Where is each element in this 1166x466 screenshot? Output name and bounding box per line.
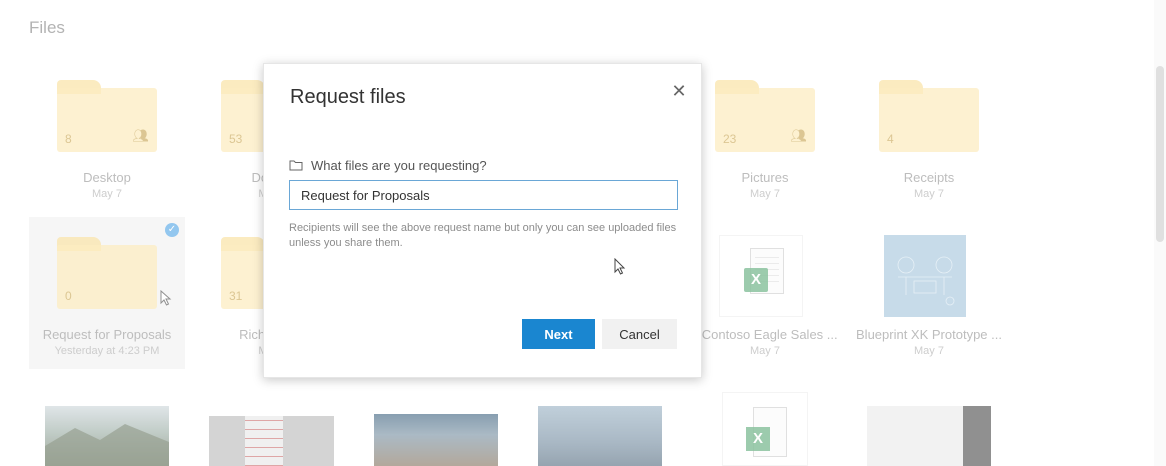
request-name-input[interactable] xyxy=(289,180,678,210)
question-label: What files are you requesting? xyxy=(311,157,487,173)
question-row: What files are you requesting? xyxy=(289,156,487,174)
next-button[interactable]: Next xyxy=(522,319,595,349)
files-view: Files 8 👥︎ Desktop May 7 53 Doc M 23 👥︎ … xyxy=(0,0,1166,466)
cancel-button[interactable]: Cancel xyxy=(602,319,677,349)
dialog-title: Request files xyxy=(290,86,406,108)
help-text: Recipients will see the above request na… xyxy=(289,222,677,249)
folder-outline-icon xyxy=(289,159,303,171)
request-files-dialog: Request files ✕ What files are you reque… xyxy=(263,63,702,378)
close-icon[interactable]: ✕ xyxy=(668,80,690,102)
mouse-cursor-icon xyxy=(614,258,626,275)
